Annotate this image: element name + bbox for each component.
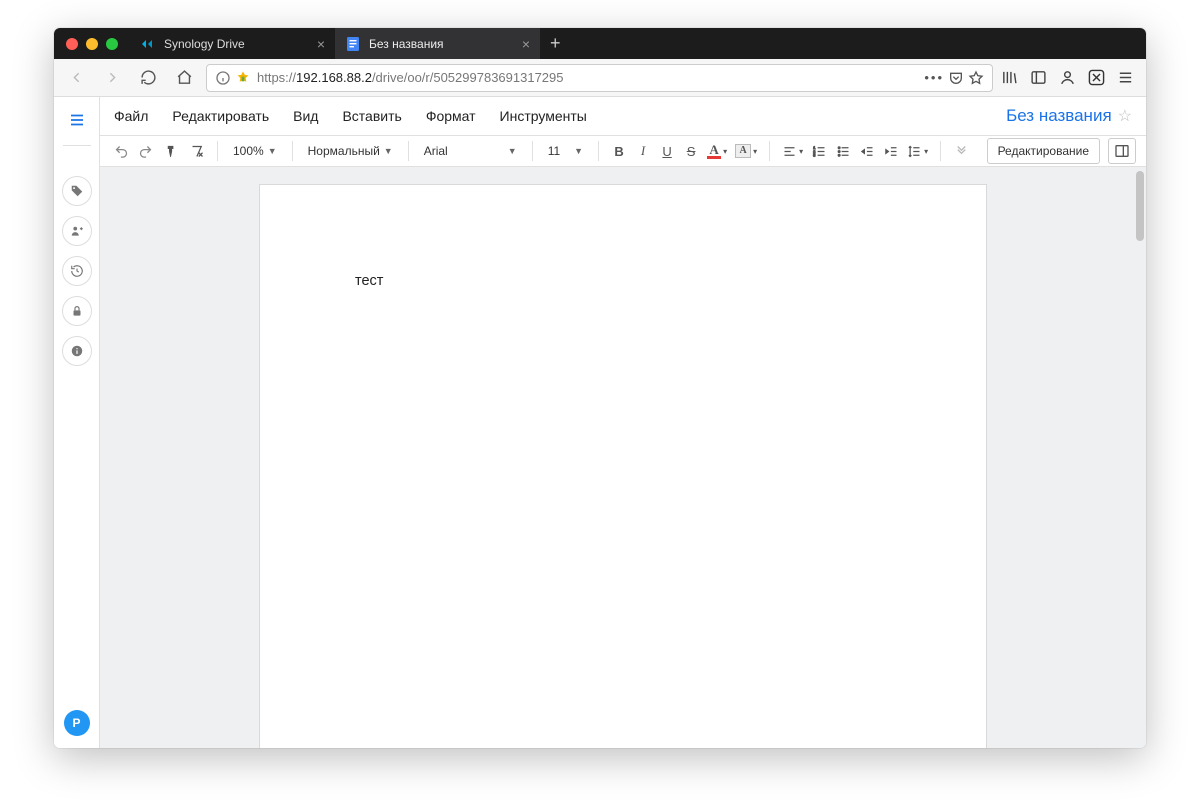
paint-format-button[interactable] (160, 139, 182, 163)
site-identity-icon[interactable] (215, 70, 251, 86)
bold-button[interactable]: B (608, 139, 630, 163)
nav-forward-button[interactable] (98, 64, 126, 92)
address-bar[interactable]: https://192.168.88.2/drive/oo/r/50529978… (206, 64, 993, 92)
tab-close-icon[interactable]: × (522, 36, 530, 52)
window-traffic-lights (54, 38, 130, 50)
zoom-select[interactable]: 100%▼ (227, 139, 283, 163)
account-icon[interactable] (1059, 69, 1076, 86)
library-icon[interactable] (1001, 69, 1018, 86)
tags-button[interactable] (62, 176, 92, 206)
nav-back-button[interactable] (62, 64, 90, 92)
page-content: P Файл Редактировать Вид Вставить Формат… (54, 97, 1146, 748)
menu-file[interactable]: Файл (114, 108, 148, 124)
menu-insert[interactable]: Вставить (342, 108, 401, 124)
editor-menubar: Файл Редактировать Вид Вставить Формат И… (100, 97, 1146, 135)
window-titlebar: Synology Drive × Без названия × + (54, 28, 1146, 59)
tab-label: Synology Drive (164, 37, 309, 51)
user-avatar[interactable]: P (64, 710, 90, 736)
sidebar-toggle-icon[interactable] (1030, 69, 1047, 86)
browser-tabs: Synology Drive × Без названия × + (130, 28, 571, 59)
strikethrough-button[interactable]: S (680, 139, 702, 163)
highlight-color-button[interactable]: A▾ (732, 139, 760, 163)
outdent-button[interactable] (856, 139, 878, 163)
vertical-scrollbar[interactable] (1136, 171, 1144, 241)
new-tab-button[interactable]: + (540, 28, 571, 59)
app-menu-icon[interactable] (1117, 69, 1134, 86)
document-editor: Файл Редактировать Вид Вставить Формат И… (100, 97, 1146, 748)
editor-sidebar: P (54, 97, 100, 748)
share-button[interactable] (62, 216, 92, 246)
browser-toolbar: https://192.168.88.2/drive/oo/r/50529978… (54, 59, 1146, 97)
clear-format-button[interactable] (186, 139, 208, 163)
underline-button[interactable]: U (656, 139, 678, 163)
editor-canvas[interactable]: тест (100, 167, 1146, 748)
text-color-button[interactable]: A▾ (704, 139, 730, 163)
editor-toolbar: 100%▼ Нормальный▼ Arial▼ 11▼ B I U S A▾ … (100, 135, 1146, 167)
menu-edit[interactable]: Редактировать (172, 108, 269, 124)
italic-button[interactable]: I (632, 139, 654, 163)
encryption-button[interactable] (62, 296, 92, 326)
svg-text:3: 3 (813, 153, 815, 157)
window-maximize-button[interactable] (106, 38, 118, 50)
browser-window: Synology Drive × Без названия × + (54, 28, 1146, 748)
browser-tab-synology[interactable]: Synology Drive × (130, 28, 335, 59)
info-button[interactable] (62, 336, 92, 366)
line-spacing-button[interactable]: ▾ (904, 139, 931, 163)
font-size-select[interactable]: 11▼ (542, 139, 589, 163)
bookmark-star-icon[interactable] (968, 70, 984, 86)
synology-favicon-icon (140, 36, 156, 52)
sidebar-separator (63, 145, 91, 146)
menu-tools[interactable]: Инструменты (500, 108, 587, 124)
pocket-icon[interactable] (948, 70, 964, 86)
reload-button[interactable] (134, 64, 162, 92)
docs-favicon-icon (345, 36, 361, 52)
menu-view[interactable]: Вид (293, 108, 318, 124)
extension-icon[interactable] (1088, 69, 1105, 86)
align-button[interactable]: ▾ (779, 139, 806, 163)
undo-button[interactable] (110, 139, 132, 163)
tab-label: Без названия (369, 37, 514, 51)
document-body-text[interactable]: тест (355, 273, 383, 289)
document-title[interactable]: Без названия (1006, 106, 1112, 126)
window-minimize-button[interactable] (86, 38, 98, 50)
panel-toggle-button[interactable] (1108, 138, 1136, 164)
paragraph-style-select[interactable]: Нормальный▼ (302, 139, 399, 163)
home-button[interactable] (170, 64, 198, 92)
edit-mode-button[interactable]: Редактирование (987, 138, 1100, 164)
numbered-list-button[interactable]: 123 (808, 139, 830, 163)
browser-right-icons (1001, 69, 1138, 86)
window-close-button[interactable] (66, 38, 78, 50)
history-button[interactable] (62, 256, 92, 286)
more-tools-button[interactable] (950, 139, 972, 163)
font-family-select[interactable]: Arial▼ (418, 139, 523, 163)
menu-format[interactable]: Формат (426, 108, 476, 124)
redo-button[interactable] (134, 139, 156, 163)
document-page[interactable]: тест (260, 185, 986, 748)
url-text: https://192.168.88.2/drive/oo/r/50529978… (257, 70, 918, 85)
sidebar-menu-button[interactable] (62, 105, 92, 135)
browser-tab-document[interactable]: Без названия × (335, 28, 540, 59)
star-icon[interactable]: ☆ (1118, 106, 1132, 126)
indent-button[interactable] (880, 139, 902, 163)
more-actions-icon[interactable]: ••• (924, 70, 944, 85)
bullet-list-button[interactable] (832, 139, 854, 163)
tab-close-icon[interactable]: × (317, 36, 325, 52)
